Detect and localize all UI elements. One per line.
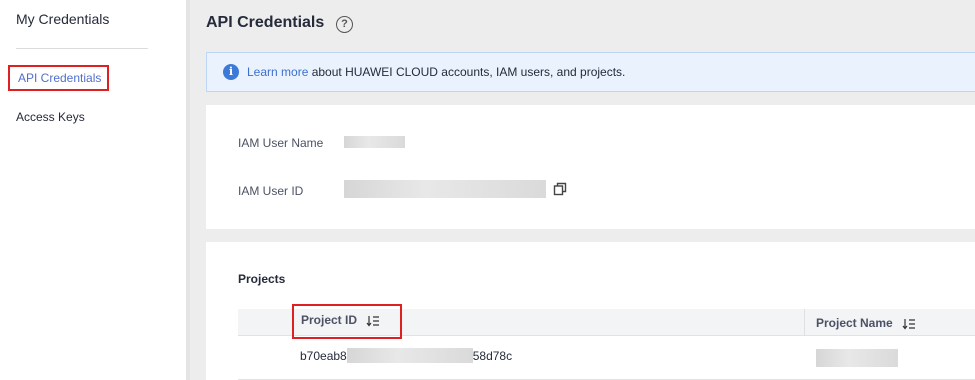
project-id-cell: b70eab8 58d78c	[300, 348, 513, 364]
iam-user-name-value	[344, 136, 405, 148]
project-id-column-header[interactable]: Project ID	[292, 304, 402, 339]
project-name-header-label: Project Name	[816, 316, 893, 330]
sort-icon[interactable]	[902, 318, 916, 330]
iam-user-name-label: IAM User Name	[238, 136, 324, 150]
learn-more-link[interactable]: Learn more	[247, 65, 308, 79]
sidebar-scroll-edge	[186, 0, 190, 380]
sidebar: My Credentials API Credentials Access Ke…	[0, 0, 186, 380]
project-id-redacted	[346, 348, 473, 364]
project-name-column-header[interactable]: Project Name	[816, 316, 916, 330]
copy-icon[interactable]	[553, 182, 567, 196]
sidebar-divider	[16, 48, 148, 49]
sidebar-item-access-keys[interactable]: Access Keys	[16, 110, 85, 124]
projects-card: Projects Project ID Project Name b70eab8…	[206, 242, 975, 380]
user-info-card: IAM User Name IAM User ID	[206, 105, 975, 229]
project-id-start: b70eab8	[300, 349, 347, 363]
info-text: Learn more about HUAWEI CLOUD accounts, …	[247, 65, 625, 79]
project-name-cell	[816, 349, 898, 367]
iam-user-id-value	[344, 180, 546, 198]
help-icon[interactable]: ?	[336, 16, 353, 33]
sort-icon[interactable]	[366, 315, 380, 327]
info-icon: i	[223, 64, 239, 80]
info-banner: i Learn more about HUAWEI CLOUD accounts…	[206, 52, 975, 92]
table-row: b70eab8 58d78c	[238, 337, 975, 380]
projects-title: Projects	[238, 272, 286, 286]
column-divider	[804, 309, 805, 336]
projects-table-header: Project ID Project Name	[238, 304, 975, 339]
sidebar-title: My Credentials	[16, 11, 110, 27]
iam-user-id-label: IAM User ID	[238, 184, 304, 198]
project-id-header-label: Project ID	[301, 313, 358, 327]
info-description: about HUAWEI CLOUD accounts, IAM users, …	[308, 65, 626, 79]
sidebar-item-api-credentials[interactable]: API Credentials	[8, 65, 109, 91]
page-title: API Credentials	[206, 14, 325, 31]
project-id-end: 58d78c	[472, 349, 513, 363]
